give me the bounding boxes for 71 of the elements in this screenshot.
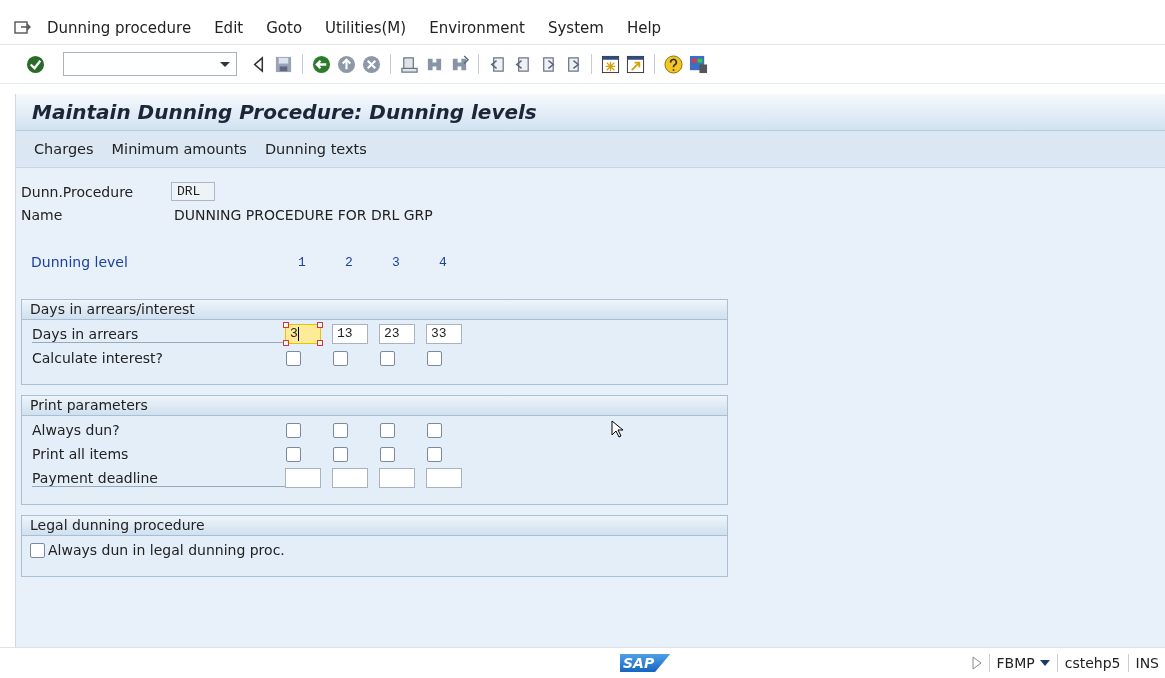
system-name: cstehp5 [1064, 655, 1121, 671]
toolbar-button[interactable]: Charges [26, 137, 102, 161]
exit-icon[interactable] [337, 54, 356, 74]
checkbox[interactable] [380, 446, 395, 462]
save-icon[interactable] [274, 54, 293, 74]
input-field[interactable]: DRL [171, 182, 215, 201]
help-icon[interactable] [664, 54, 683, 74]
checkbox[interactable] [427, 446, 442, 462]
new-window-icon[interactable] [601, 54, 620, 74]
menu-item[interactable]: Environment [429, 19, 525, 37]
column-header: 3 [391, 254, 401, 270]
layout-icon[interactable] [689, 54, 708, 74]
dropdown-icon[interactable] [220, 62, 230, 67]
input-field[interactable] [426, 468, 462, 488]
print-icon[interactable] [400, 54, 419, 74]
shortcut-icon[interactable] [626, 54, 645, 74]
back-icon[interactable] [312, 54, 331, 74]
checkbox[interactable] [286, 422, 301, 438]
first-page-icon[interactable] [488, 54, 507, 74]
input-field[interactable] [379, 468, 415, 488]
group-title: Legal dunning procedure [22, 516, 727, 536]
toolbar-button[interactable]: Dunning texts [256, 137, 375, 161]
cancel-icon[interactable] [362, 54, 381, 74]
check-icon[interactable] [26, 54, 45, 74]
checkbox[interactable] [286, 446, 301, 462]
input-field[interactable] [332, 468, 368, 488]
logo: SAP [620, 654, 671, 672]
column-label: Dunning level [30, 254, 129, 270]
menu-item[interactable]: System [547, 19, 604, 37]
screen-title: Maintain Dunning Procedure: Dunning levels [16, 94, 1165, 131]
field-label: Calculate interest? [32, 350, 164, 366]
checkbox[interactable] [333, 446, 348, 462]
input-field[interactable]: 33 [426, 324, 462, 344]
command-field[interactable] [63, 52, 237, 76]
checkbox[interactable] [380, 350, 395, 366]
field-label: Always dun? [32, 422, 121, 438]
checkbox-label: Always dun in legal dunning proc. [48, 542, 285, 558]
toolbar-button[interactable]: Minimum amounts [103, 137, 255, 161]
field-label: Dunn.Procedure [21, 183, 135, 200]
field-value: DUNNING PROCEDURE FOR DRL GRP [173, 206, 433, 223]
field-label: Payment deadline [32, 469, 285, 487]
previous-page-icon[interactable] [513, 54, 532, 74]
input-field[interactable]: 3 [285, 324, 321, 344]
checkbox[interactable] [427, 350, 442, 366]
mouse-pointer-icon [611, 420, 623, 438]
column-header: 4 [438, 254, 448, 270]
input-mode: INS [1135, 655, 1159, 671]
checkbox[interactable] [333, 422, 348, 438]
menu-item[interactable]: Utilities(M) [325, 19, 407, 37]
group-title: Print parameters [22, 396, 727, 416]
menu-item[interactable]: Dunning procedure [47, 19, 192, 37]
column-header: 2 [344, 254, 354, 270]
transaction-code[interactable]: FBMP [996, 655, 1035, 671]
menu-item[interactable]: Help [626, 19, 662, 37]
menu-item[interactable]: Edit [214, 19, 244, 37]
checkbox[interactable] [286, 350, 301, 366]
column-header: 1 [297, 254, 307, 270]
checkbox[interactable] [380, 422, 395, 438]
menu-icon[interactable] [14, 20, 32, 36]
input-field[interactable]: 23 [379, 324, 415, 344]
checkbox[interactable] [427, 422, 442, 438]
field-label: Print all items [32, 446, 130, 462]
field-label: Name [21, 206, 64, 223]
checkbox[interactable] [30, 542, 45, 558]
expand-icon[interactable] [971, 656, 982, 670]
menu-item[interactable]: Goto [266, 19, 303, 37]
group-title: Days in arrears/interest [22, 300, 727, 320]
checkbox[interactable] [333, 350, 348, 366]
input-field[interactable]: 13 [332, 324, 368, 344]
input-field[interactable] [285, 468, 321, 488]
dropdown-icon[interactable] [1039, 660, 1050, 666]
